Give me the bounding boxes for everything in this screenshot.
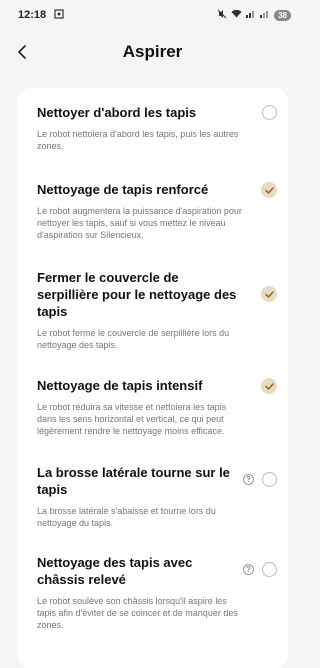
- setting-description: Le robot soulève son châssis lorsqu'il a…: [37, 596, 238, 630]
- wifi-icon: [231, 9, 242, 21]
- setting-description: Le robot nettoiera d'abord les tapis, pu…: [37, 129, 239, 151]
- check-icon: [264, 382, 274, 390]
- setting-mop-cover: Fermer le couvercle de serpillière pour …: [37, 269, 277, 351]
- setting-title: Nettoyage de tapis intensif: [37, 378, 203, 393]
- toggle-side-brush[interactable]: [262, 472, 277, 487]
- signal-icon-2: [260, 9, 270, 21]
- setting-description: Le robot ferme le couvercle de serpilliè…: [37, 328, 230, 350]
- status-bar: 12:18 38: [0, 0, 305, 30]
- setting-description: Le robot augmentera la puissance d'aspir…: [37, 206, 242, 240]
- setting-title: La brosse latérale tourne sur le tapis: [37, 465, 230, 497]
- check-icon: [264, 186, 274, 194]
- setting-carpet-first: Nettoyer d'abord les tapis Le robot nett…: [37, 104, 277, 152]
- screenshot-icon: [54, 8, 64, 22]
- help-icon-raised-chassis[interactable]: ?: [243, 564, 254, 575]
- battery-indicator: 38: [274, 9, 291, 21]
- setting-carpet-boost: Nettoyage de tapis renforcé Le robot aug…: [37, 181, 277, 241]
- help-icon-side-brush[interactable]: ?: [243, 474, 254, 485]
- setting-deep-carpet: Nettoyage de tapis intensif Le robot réd…: [37, 377, 277, 437]
- settings-card: Nettoyer d'abord les tapis Le robot nett…: [17, 88, 288, 668]
- setting-description: La brosse latérale s'abaisse et tourne l…: [37, 506, 216, 528]
- setting-title: Fermer le couvercle de serpillière pour …: [37, 270, 237, 319]
- setting-title: Nettoyage de tapis renforcé: [37, 182, 209, 197]
- setting-description: Le robot réduira sa vitesse et nettoiera…: [37, 402, 227, 436]
- setting-title: Nettoyer d'abord les tapis: [37, 105, 197, 120]
- back-button[interactable]: [10, 40, 34, 64]
- setting-side-brush: La brosse latérale tourne sur le tapis ?…: [37, 464, 277, 529]
- toggle-carpet-boost[interactable]: [261, 182, 277, 198]
- toggle-mop-cover[interactable]: [261, 286, 277, 302]
- header: Aspirer: [0, 36, 305, 68]
- status-time: 12:18: [18, 9, 47, 21]
- setting-title: Nettoyage des tapis avec châssis relevé: [37, 555, 193, 587]
- chevron-left-icon: [18, 45, 26, 59]
- toggle-raised-chassis[interactable]: [262, 562, 277, 577]
- toggle-carpet-first[interactable]: [262, 105, 277, 120]
- check-icon: [264, 290, 274, 298]
- toggle-deep-carpet[interactable]: [261, 378, 277, 394]
- page-title: Aspirer: [122, 42, 183, 61]
- mute-icon: [217, 9, 227, 22]
- signal-icon: [246, 9, 256, 21]
- setting-raised-chassis: Nettoyage des tapis avec châssis relevé …: [37, 554, 277, 631]
